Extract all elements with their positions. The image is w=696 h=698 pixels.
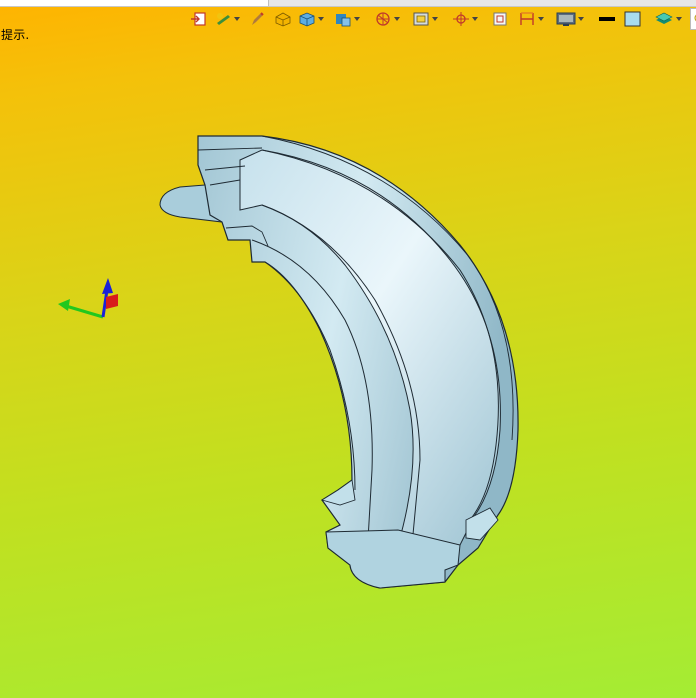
y-axis-arrow — [106, 294, 118, 309]
graphics-viewport[interactable]: 提示. — [0, 0, 696, 698]
x-axis-arrow — [65, 304, 104, 319]
axis-triad — [58, 278, 118, 319]
